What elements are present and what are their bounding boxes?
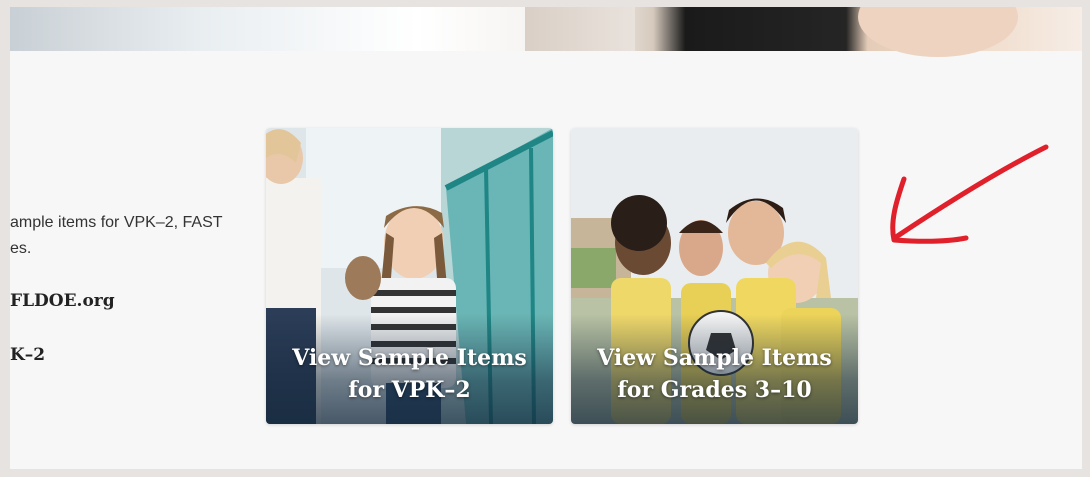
hero-shoulder-shape — [525, 7, 635, 51]
hero-banner-image — [10, 7, 1082, 57]
vpk-heading: K–2 — [10, 345, 46, 365]
hero-face-shape — [858, 7, 1018, 57]
vpk-card-title-line1: View Sample Items — [292, 345, 527, 371]
description-text: ample items for VPK–2, FAST es. — [10, 214, 223, 257]
page: ample items for VPK–2, FAST es. FLDOE.or… — [10, 7, 1082, 469]
grades-card-title-line1: View Sample Items — [597, 345, 832, 371]
view-sample-items-grades-card[interactable]: View Sample Items for Grades 3–10 — [571, 128, 858, 424]
vpk-card-title[interactable]: View Sample Items for VPK–2 — [266, 342, 553, 406]
vpk-card-title-line2: for VPK–2 — [348, 377, 471, 403]
grades-card-title[interactable]: View Sample Items for Grades 3–10 — [571, 342, 858, 406]
intro-description: ample items for VPK–2, FAST es. — [10, 210, 260, 262]
view-sample-items-vpk-card[interactable]: View Sample Items for VPK–2 — [266, 128, 553, 424]
grades-card-title-line2: for Grades 3–10 — [617, 377, 812, 403]
red-arrow-icon — [890, 144, 1049, 244]
fldoe-link[interactable]: FLDOE.org — [10, 291, 115, 311]
